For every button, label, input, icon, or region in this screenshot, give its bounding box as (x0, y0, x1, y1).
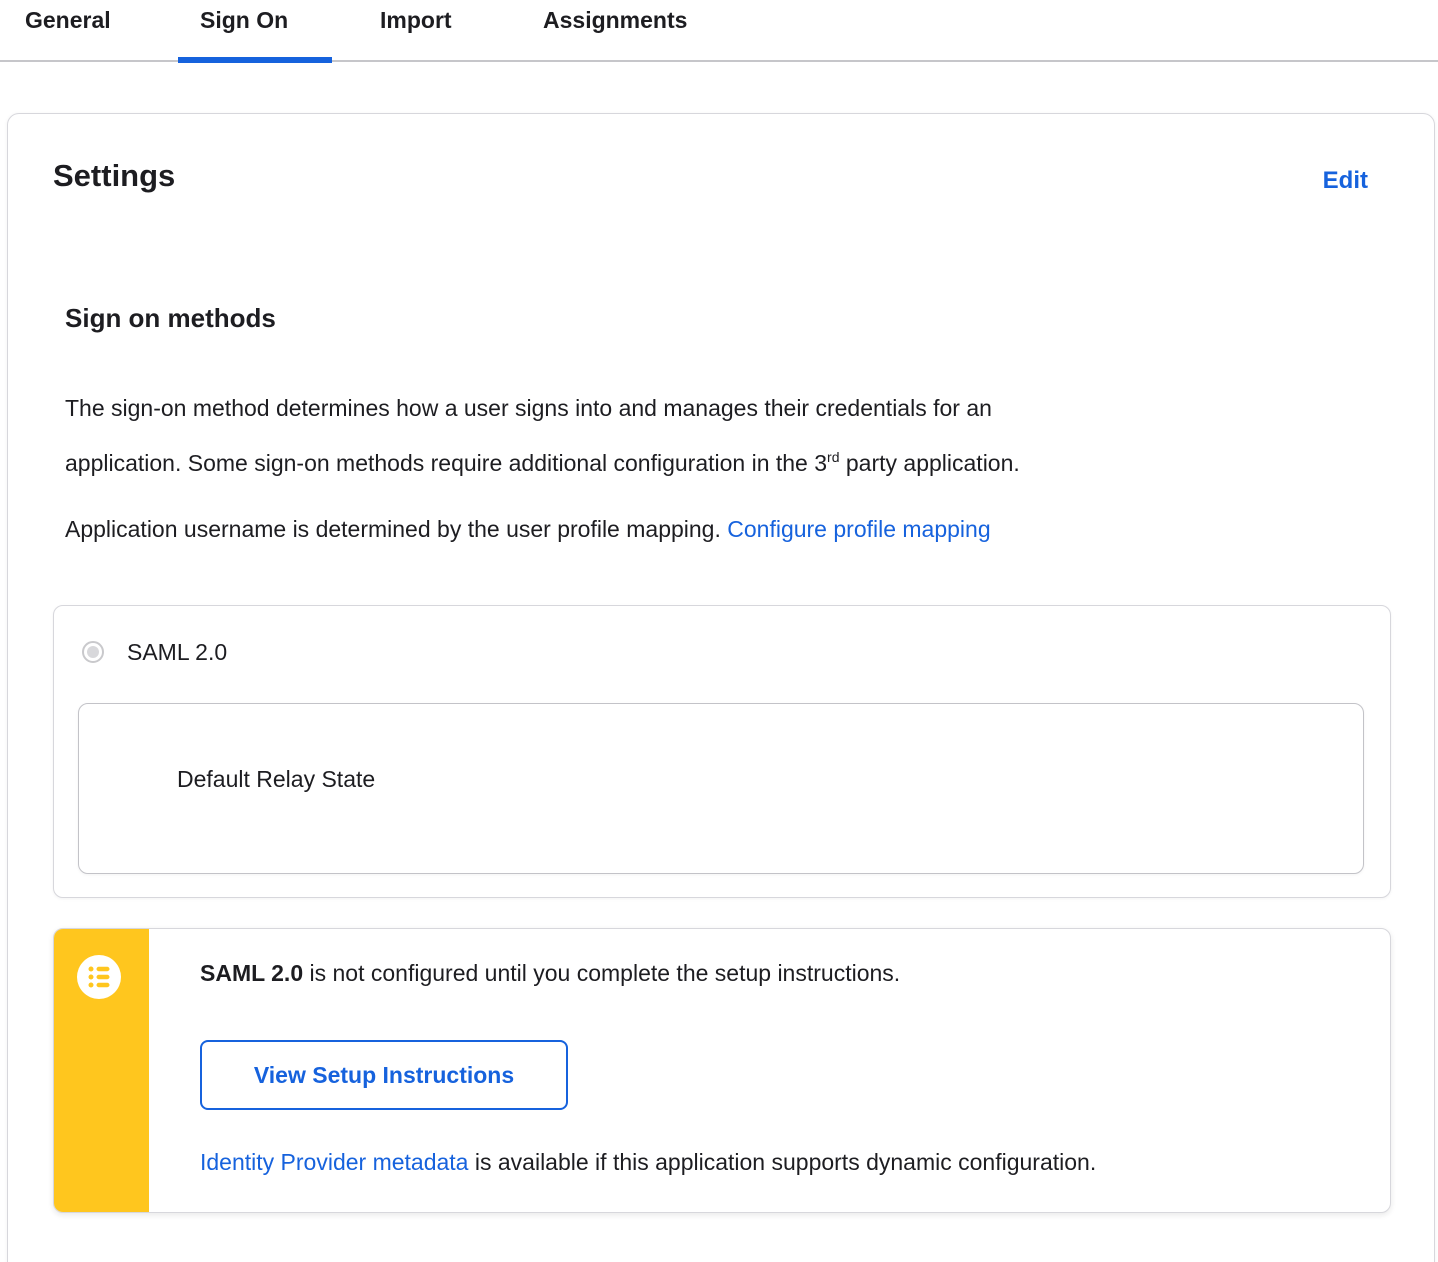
tab-assignments[interactable]: Assignments (543, 7, 687, 34)
configure-profile-mapping-link[interactable]: Configure profile mapping (727, 516, 990, 542)
tab-import[interactable]: Import (380, 7, 452, 34)
metadata-note: Identity Provider metadata is available … (200, 1149, 1096, 1176)
description-line-2-tail: party application. (839, 450, 1020, 476)
list-bullet-icon (77, 955, 121, 999)
description-line-1: The sign-on method determines how a user… (65, 395, 992, 421)
callout-message: SAML 2.0 is not configured until you com… (200, 960, 900, 987)
description-line-2-text: application. Some sign-on methods requir… (65, 450, 828, 476)
app-sign-on-page: General Sign On Import Assignments Setti… (0, 0, 1438, 1262)
callout-message-text: is not configured until you complete the… (303, 960, 901, 986)
active-tab-indicator (178, 57, 332, 63)
sign-on-methods-heading: Sign on methods (65, 303, 276, 333)
sign-on-methods-description: The sign-on method determines how a user… (65, 384, 1020, 488)
ordinal-superscript: rd (827, 449, 840, 465)
default-relay-state-label: Default Relay State (177, 766, 376, 792)
settings-card: Settings Edit Sign on methods The sign-o… (7, 113, 1435, 1262)
saml-radio-dot (87, 646, 99, 658)
callout-method-name: SAML 2.0 (200, 960, 304, 986)
default-relay-state-field: Default Relay State (78, 703, 1364, 874)
tab-bar: General Sign On Import Assignments (0, 0, 1438, 64)
saml-radio-button[interactable] (82, 641, 104, 663)
description-line-2: application. Some sign-on methods requir… (65, 433, 1020, 488)
settings-title: Settings (53, 158, 176, 193)
tab-sign-on[interactable]: Sign On (200, 7, 288, 34)
edit-link[interactable]: Edit (1323, 167, 1368, 195)
username-mapping-note: Application username is determined by th… (65, 516, 991, 543)
saml-radio-label: SAML 2.0 (127, 639, 228, 665)
view-setup-instructions-button[interactable]: View Setup Instructions (200, 1040, 568, 1110)
callout-warning-bar (54, 929, 149, 1212)
tab-general[interactable]: General (25, 7, 111, 34)
username-mapping-text: Application username is determined by th… (65, 516, 728, 542)
metadata-note-text: is available if this application support… (468, 1149, 1097, 1175)
identity-provider-metadata-link[interactable]: Identity Provider metadata (200, 1149, 468, 1175)
saml-method-box: SAML 2.0 Default Relay State (53, 605, 1391, 898)
saml-not-configured-callout: SAML 2.0 is not configured until you com… (53, 928, 1391, 1213)
